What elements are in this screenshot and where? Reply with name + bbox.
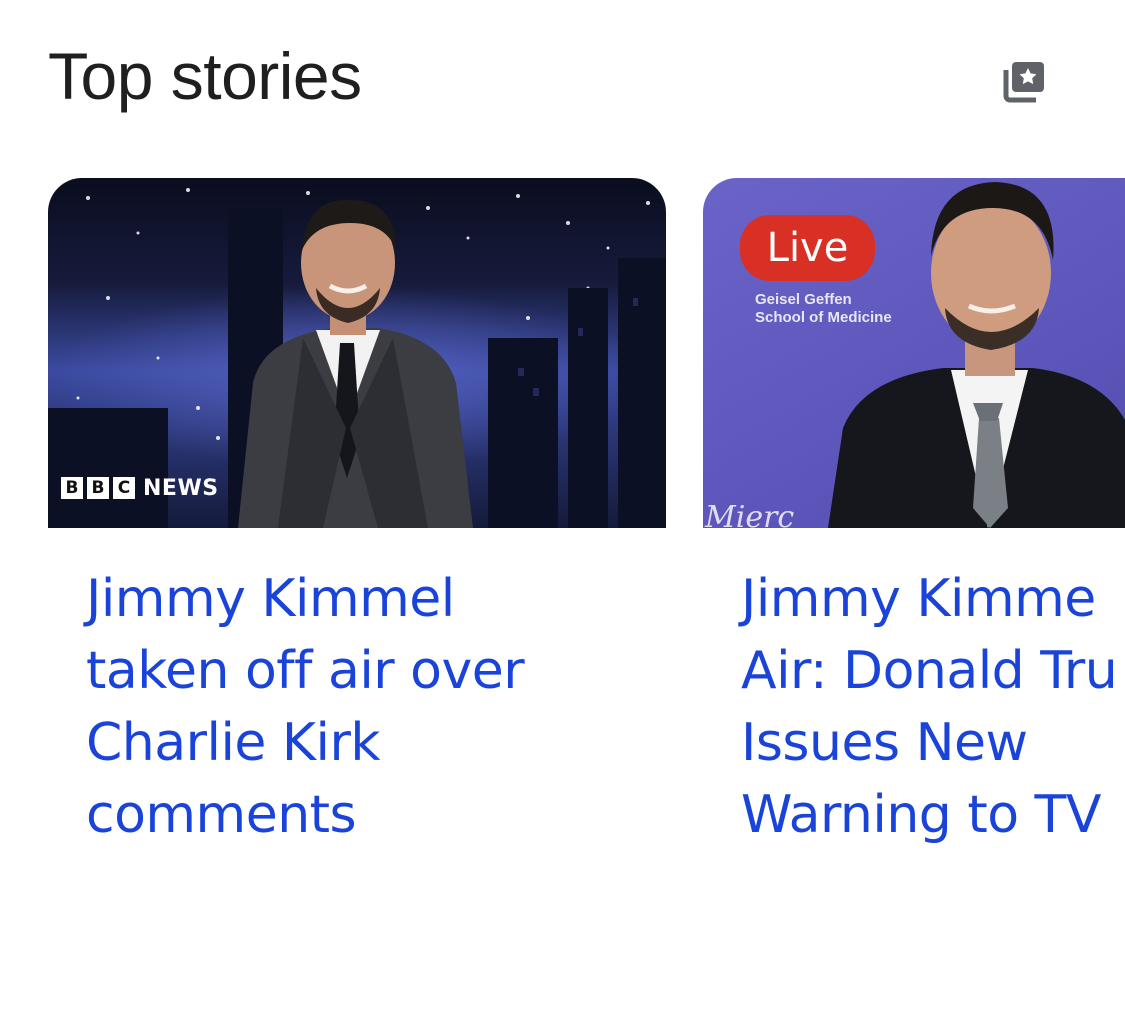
bbc-logo-news-text: NEWS	[143, 475, 219, 501]
headline-line: Jimmy Kimme	[741, 569, 1096, 629]
bbc-logo-letter: B	[61, 477, 83, 499]
backdrop-text-line: Geisel Geffen	[755, 291, 852, 308]
bbc-logo-letter: C	[113, 477, 135, 499]
web-stories-icon[interactable]	[1000, 58, 1048, 106]
story-headline[interactable]: Jimmy Kimme Air: Donald Tru Issues New W…	[741, 563, 1125, 851]
headline-line: Warning to TV	[741, 785, 1101, 845]
story-thumbnail: B B C NEWS	[48, 178, 666, 528]
section-header: Top stories	[48, 36, 1078, 116]
backdrop-script: Mierc	[705, 500, 795, 528]
headline-line: taken off air over	[86, 641, 525, 701]
headline-line: Charlie Kirk	[86, 713, 380, 773]
story-card[interactable]: B B C NEWS Jimmy Kimmel taken off air ov…	[48, 178, 666, 858]
backdrop-text-line: School of Medicine	[755, 309, 892, 326]
headline-line: Air: Donald Tru	[741, 641, 1118, 701]
section-title: Top stories	[48, 39, 362, 113]
headline-line: comments	[86, 785, 357, 845]
story-thumbnail: Live Geisel Geffen School of Medicine Mi…	[703, 178, 1125, 528]
story-card[interactable]: Live Geisel Geffen School of Medicine Mi…	[703, 178, 1125, 858]
bbc-logo-letter: B	[87, 477, 109, 499]
story-headline[interactable]: Jimmy Kimmel taken off air over Charlie …	[86, 563, 646, 851]
headline-line: Issues New	[741, 713, 1028, 773]
headline-line: Jimmy Kimmel	[86, 569, 455, 629]
backdrop-text: Geisel Geffen School of Medicine	[755, 291, 892, 327]
bbc-news-logo: B B C NEWS	[61, 475, 219, 501]
top-stories-carousel[interactable]: B B C NEWS Jimmy Kimmel taken off air ov…	[0, 178, 1125, 878]
live-badge: Live	[740, 215, 875, 281]
